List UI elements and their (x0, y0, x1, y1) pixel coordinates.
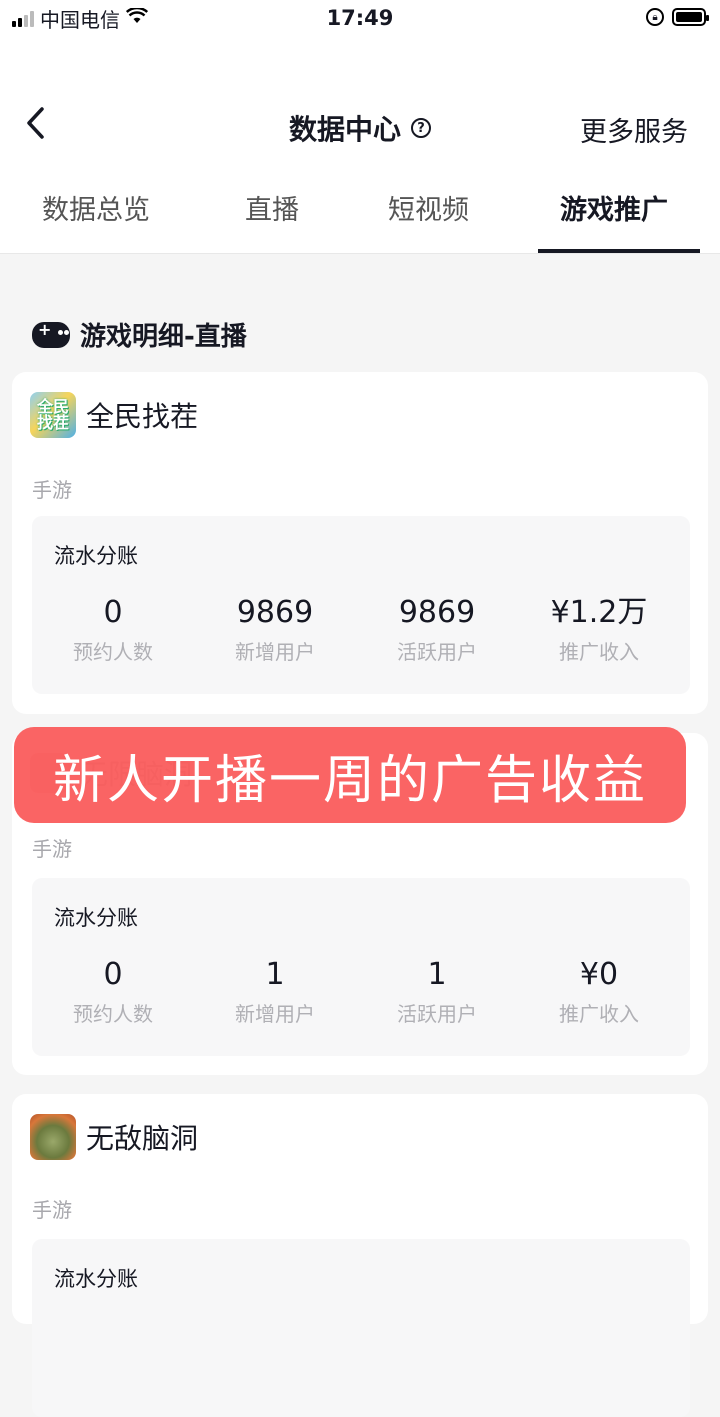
game-type: 手游 (32, 837, 72, 861)
stat-active-users: 9869 活跃用户 (356, 594, 518, 665)
revenue-title: 流水分账 (54, 544, 138, 568)
game-type: 手游 (32, 1198, 72, 1222)
stat-new-users: 9869 新增用户 (194, 594, 356, 665)
stat-label: 新增用户 (235, 1002, 315, 1026)
rotation-lock-icon: 🔒︎ (646, 8, 664, 26)
revenue-box: 流水分账 0 预约人数 9869 新增用户 9869 活跃用户 ¥1.2万 推广… (32, 516, 690, 694)
revenue-title: 流水分账 (54, 906, 138, 930)
stat-label: 推广收入 (559, 640, 639, 664)
game-type: 手游 (32, 478, 72, 502)
stat-label: 活跃用户 (397, 640, 477, 664)
stat-promotion-income: ¥1.2万 推广收入 (518, 594, 680, 665)
gamepad-icon (32, 320, 70, 348)
status-right: 🔒︎ (646, 8, 709, 26)
status-bar: 中国电信 17:49 🔒︎ (0, 0, 720, 38)
app-header: 数据中心 ? 更多服务 数据总览 直播 短视频 游戏推广 (0, 38, 720, 254)
stat-label: 推广收入 (559, 1002, 639, 1026)
game-app-icon: 全民 找茬 (30, 392, 76, 438)
game-name: 全民找茬 (86, 400, 199, 433)
tab-live[interactable]: 直播 (245, 188, 299, 227)
stat-label: 活跃用户 (397, 1002, 477, 1026)
stat-label: 预约人数 (73, 640, 153, 664)
stats-row: 0 预约人数 1 新增用户 1 活跃用户 ¥0 推广收入 (32, 956, 690, 1027)
battery-icon (672, 8, 709, 26)
game-card[interactable]: 全民 找茬 全民找茬 手游 流水分账 0 预约人数 9869 新增用户 9869 … (12, 372, 708, 714)
tab-bar: 数据总览 直播 短视频 游戏推广 (0, 188, 720, 254)
stat-value: 1 (265, 957, 285, 992)
stat-promotion-income: ¥0 推广收入 (518, 956, 680, 1027)
active-tab-indicator (538, 249, 700, 253)
stat-label: 预约人数 (73, 1002, 153, 1026)
stat-value: 9869 (398, 595, 476, 630)
section-title-text: 游戏明细-直播 (80, 322, 247, 352)
page-title: 数据中心 ? (289, 108, 431, 148)
tab-game-promotion[interactable]: 游戏推广 (560, 188, 668, 227)
game-name: 无敌脑洞 (86, 1122, 199, 1155)
stat-value: 0 (103, 595, 123, 630)
more-services-button[interactable]: 更多服务 (580, 110, 688, 149)
page-title-text: 数据中心 (288, 113, 401, 146)
revenue-box: 流水分账 0 预约人数 1 新增用户 1 活跃用户 ¥0 推广收入 (32, 878, 690, 1056)
caption-overlay: 新人开播一周的广告收益 (14, 727, 686, 823)
tab-short-video[interactable]: 短视频 (388, 188, 469, 227)
section-title: 游戏明细-直播 (32, 316, 247, 353)
game-header: 全民 找茬 全民找茬 (30, 392, 198, 438)
game-header: 无敌脑洞 (30, 1114, 198, 1160)
stat-value: 1 (427, 957, 447, 992)
stat-value: 0 (103, 957, 123, 992)
stat-value: 9869 (236, 595, 314, 630)
stat-active-users: 1 活跃用户 (356, 956, 518, 1027)
stat-reservations: 0 预约人数 (32, 594, 194, 665)
help-icon[interactable]: ? (411, 118, 431, 138)
stat-label: 新增用户 (235, 640, 315, 664)
tab-overview[interactable]: 数据总览 (42, 188, 150, 227)
stat-value: ¥1.2万 (550, 595, 648, 630)
stats-row: 0 预约人数 9869 新增用户 9869 活跃用户 ¥1.2万 推广收入 (32, 594, 690, 665)
stat-value: ¥0 (579, 957, 619, 992)
stat-reservations: 0 预约人数 (32, 956, 194, 1027)
clock: 17:49 (326, 6, 394, 30)
stat-new-users: 1 新增用户 (194, 956, 356, 1027)
revenue-title: 流水分账 (54, 1267, 138, 1291)
revenue-box: 流水分账 (32, 1239, 690, 1417)
game-app-icon (30, 1114, 76, 1160)
game-card[interactable]: 无敌脑洞 手游 流水分账 (12, 1094, 708, 1417)
